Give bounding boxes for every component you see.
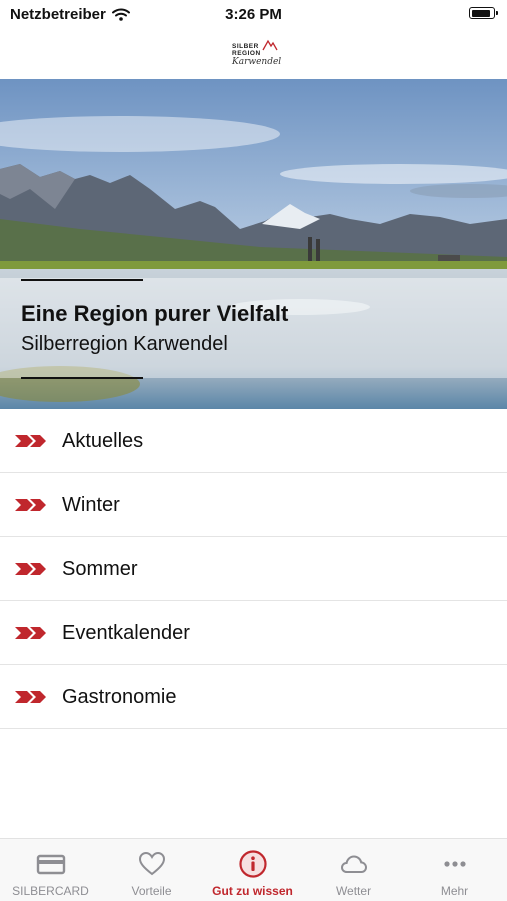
hero-banner[interactable]: Eine Region purer Vielfalt Silberregion … [0, 79, 507, 409]
battery-level [471, 9, 490, 17]
tab-mehr[interactable]: Mehr [404, 839, 505, 901]
tab-label: Mehr [440, 884, 469, 898]
status-time: 3:26 PM [225, 6, 282, 23]
info-icon [239, 850, 267, 878]
battery-icon [469, 7, 498, 19]
menu-item-label: Gastronomie [62, 686, 177, 708]
heart-icon [138, 851, 166, 876]
hero-divider-top [21, 279, 143, 281]
logo-mountain-mark [262, 39, 278, 51]
menu-item-winter[interactable]: Winter [0, 473, 507, 537]
status-bar: Netzbetreiber 3:26 PM [0, 0, 507, 30]
tab-label: Gut zu wissen [212, 884, 293, 898]
menu-item-label: Winter [62, 494, 120, 516]
logo-text-karwendel: Karwendel [232, 57, 282, 67]
tab-label: Vorteile [131, 884, 172, 898]
app-header: SILBER REGION Karwendel [0, 30, 507, 79]
logo-text-silber: SILBER [232, 43, 259, 50]
menu-item-sommer[interactable]: Sommer [0, 537, 507, 601]
hero-divider-bottom [21, 377, 143, 379]
hero-subtitle: Silberregion Karwendel [21, 333, 228, 355]
tab-wetter[interactable]: Wetter [303, 839, 404, 901]
menu-item-eventkalender[interactable]: Eventkalender [0, 601, 507, 665]
menu-item-label: Eventkalender [62, 622, 190, 644]
double-chevron-right-icon [15, 499, 46, 511]
main-menu: Aktuelles Winter Sommer Eventkalender Ga… [0, 409, 507, 729]
logo-text-region: REGION [232, 50, 261, 57]
double-chevron-right-icon [15, 691, 46, 703]
tab-label: Wetter [335, 884, 372, 898]
hero-title: Eine Region purer Vielfalt [21, 301, 289, 326]
menu-item-gastronomie[interactable]: Gastronomie [0, 665, 507, 729]
card-icon [36, 854, 66, 875]
tab-label: SILBERCARD [12, 884, 89, 898]
app-logo: SILBER REGION Karwendel [226, 38, 284, 72]
double-chevron-right-icon [15, 627, 46, 639]
menu-item-label: Aktuelles [62, 430, 144, 452]
tab-vorteile[interactable]: Vorteile [101, 839, 202, 901]
double-chevron-right-icon [15, 563, 46, 575]
menu-item-label: Sommer [62, 558, 138, 580]
hero-caption-panel [0, 278, 507, 378]
double-chevron-right-icon [15, 435, 46, 447]
more-icon [444, 861, 466, 867]
tab-gut-zu-wissen[interactable]: Gut zu wissen [202, 839, 303, 901]
tab-silbercard[interactable]: SILBERCARD [0, 839, 101, 901]
menu-item-aktuelles[interactable]: Aktuelles [0, 409, 507, 473]
tab-bar: SILBERCARD Vorteile Gut zu wissen Wetter… [0, 838, 507, 901]
cloud-icon [340, 855, 368, 873]
